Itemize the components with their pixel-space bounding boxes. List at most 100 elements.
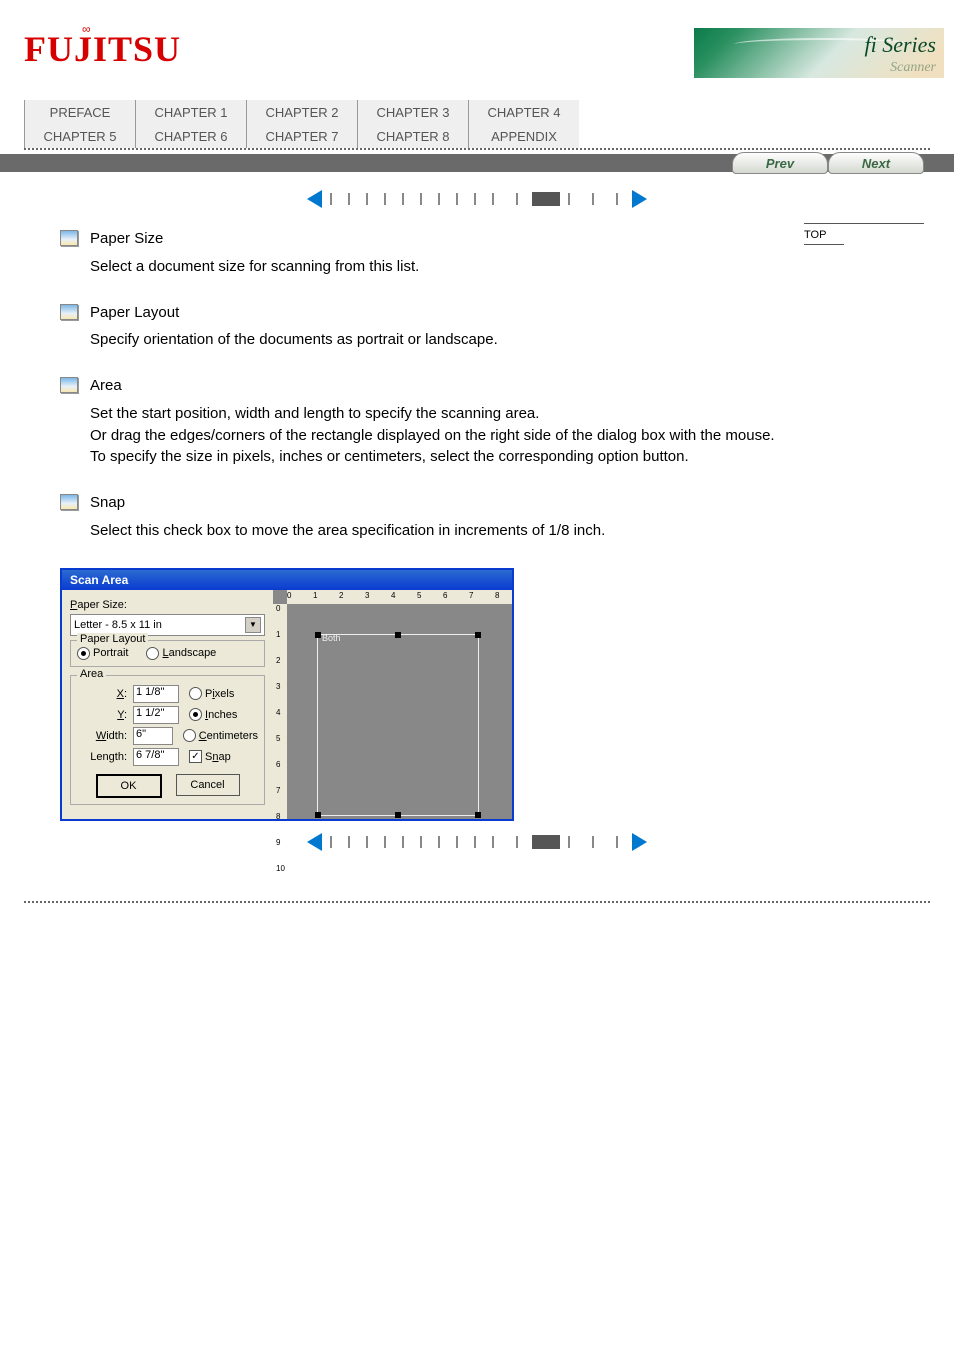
scan-area-dialog: Scan Area Paper Size: Letter - 8.5 x 11 … <box>60 568 514 821</box>
width-label: Width: <box>77 730 127 742</box>
fiseries-sub: Scanner <box>890 60 936 76</box>
pager-segment[interactable] <box>412 834 430 850</box>
nav-chapter-4[interactable]: CHAPTER 4 <box>468 100 579 124</box>
paper-size-label: Paper Size: <box>70 599 127 611</box>
pager-segment[interactable] <box>322 191 340 207</box>
pager-segment[interactable] <box>358 191 376 207</box>
checkbox-on-icon <box>189 750 202 763</box>
pager-segment[interactable] <box>358 834 376 850</box>
ruler-tick-label: 4 <box>276 708 280 717</box>
pager-segment[interactable] <box>376 191 394 207</box>
pager-segment[interactable] <box>532 835 560 849</box>
resize-handle-icon[interactable] <box>475 632 481 638</box>
bullet-icon <box>60 230 78 246</box>
selection-rectangle[interactable]: Both <box>317 634 479 816</box>
pager-segment[interactable] <box>394 834 412 850</box>
nav-appendix[interactable]: APPENDIX <box>468 124 579 148</box>
inches-radio[interactable]: Inches <box>189 708 237 721</box>
pager-segment[interactable] <box>560 834 584 850</box>
pager-segment[interactable] <box>466 191 484 207</box>
pixels-label: Pixels <box>205 688 234 700</box>
pager-segment[interactable] <box>430 834 448 850</box>
nav-chapter-2[interactable]: CHAPTER 2 <box>246 100 357 124</box>
radio-off-icon <box>146 647 159 660</box>
ruler-tick-label: 5 <box>417 591 421 600</box>
portrait-label: Portrait <box>93 647 128 659</box>
ruler-tick-label: 0 <box>276 604 280 613</box>
pager-segment[interactable] <box>484 834 508 850</box>
header: ∞ FUJITSU fi Series Scanner <box>0 0 954 100</box>
pager-prev-icon[interactable] <box>307 190 322 208</box>
logo-accent-icon: ∞ <box>82 22 91 36</box>
pager-next-icon[interactable] <box>632 190 647 208</box>
pager-segment[interactable] <box>484 191 508 207</box>
paper-size-heading: Paper Size <box>90 228 419 250</box>
radio-on-icon <box>189 708 202 721</box>
nav-preface[interactable]: PREFACE <box>24 100 135 124</box>
contents-link[interactable]: CONTENTS <box>804 205 924 224</box>
pager-segment[interactable] <box>508 191 532 207</box>
ruler-tick-label: 9 <box>276 838 280 847</box>
dialog-title: Scan Area <box>62 570 512 590</box>
cancel-button[interactable]: Cancel <box>176 774 240 796</box>
landscape-radio[interactable]: Landscape <box>146 647 216 660</box>
nav-chapter-5[interactable]: CHAPTER 5 <box>24 124 135 148</box>
nav-chapter-8[interactable]: CHAPTER 8 <box>357 124 468 148</box>
length-input[interactable]: 6 7/8" <box>133 748 179 766</box>
nav-chapter-1[interactable]: CHAPTER 1 <box>135 100 246 124</box>
inches-label: Inches <box>205 709 237 721</box>
pager-segment[interactable] <box>394 191 412 207</box>
pager-segment[interactable] <box>584 834 608 850</box>
nav-chapter-7[interactable]: CHAPTER 7 <box>246 124 357 148</box>
ruler-tick-label: 7 <box>469 591 473 600</box>
ruler-tick-label: 10 <box>276 864 285 873</box>
pager-segment[interactable] <box>448 834 466 850</box>
prev-button[interactable]: Prev <box>732 152 828 174</box>
ruler-tick-label: 5 <box>276 734 280 743</box>
pager-next-icon[interactable] <box>632 833 647 851</box>
pager-segment[interactable] <box>466 834 484 850</box>
pager-segment[interactable] <box>430 191 448 207</box>
snap-checkbox[interactable]: Snap <box>189 750 231 763</box>
resize-handle-icon[interactable] <box>475 812 481 818</box>
preview-canvas[interactable]: Both <box>287 604 512 819</box>
width-input[interactable]: 6" <box>133 727 173 745</box>
resize-handle-icon[interactable] <box>315 632 321 638</box>
area-heading: Area <box>90 375 775 397</box>
x-label: X: <box>77 688 127 700</box>
pager-segment[interactable] <box>608 834 632 850</box>
snap-desc: Select this check box to move the area s… <box>90 520 605 542</box>
pager-segment[interactable] <box>608 191 632 207</box>
chevron-down-icon[interactable]: ▼ <box>245 617 261 633</box>
nav-chapter-6[interactable]: CHAPTER 6 <box>135 124 246 148</box>
resize-handle-icon[interactable] <box>395 632 401 638</box>
paper-layout-desc: Specify orientation of the documents as … <box>90 329 498 351</box>
pager-prev-icon[interactable] <box>307 833 322 851</box>
horizontal-ruler: 012345678 <box>287 590 512 604</box>
ruler-tick-label: 8 <box>495 591 499 600</box>
pager-segment[interactable] <box>340 834 358 850</box>
portrait-radio[interactable]: Portrait <box>77 647 128 660</box>
ruler-tick-label: 4 <box>391 591 395 600</box>
centimeters-radio[interactable]: Centimeters <box>183 729 258 742</box>
pager-segment[interactable] <box>376 834 394 850</box>
fiseries-title: fi Series <box>865 32 937 58</box>
pager-segment[interactable] <box>448 191 466 207</box>
next-button[interactable]: Next <box>828 152 924 174</box>
pager-segment[interactable] <box>560 191 584 207</box>
pixels-radio[interactable]: Pixels <box>189 687 234 700</box>
pager-segment[interactable] <box>340 191 358 207</box>
y-input[interactable]: 1 1/2" <box>133 706 179 724</box>
ok-button[interactable]: OK <box>96 774 162 798</box>
paper-size-value: Letter - 8.5 x 11 in <box>74 619 162 631</box>
pager-segment[interactable] <box>322 834 340 850</box>
pager-segment[interactable] <box>412 191 430 207</box>
resize-handle-icon[interactable] <box>315 812 321 818</box>
nav-chapter-3[interactable]: CHAPTER 3 <box>357 100 468 124</box>
pager-segment[interactable] <box>584 191 608 207</box>
x-input[interactable]: 1 1/8" <box>133 685 179 703</box>
top-link[interactable]: TOP <box>804 226 844 245</box>
resize-handle-icon[interactable] <box>395 812 401 818</box>
pager-segment[interactable] <box>508 834 532 850</box>
pager-segment[interactable] <box>532 192 560 206</box>
